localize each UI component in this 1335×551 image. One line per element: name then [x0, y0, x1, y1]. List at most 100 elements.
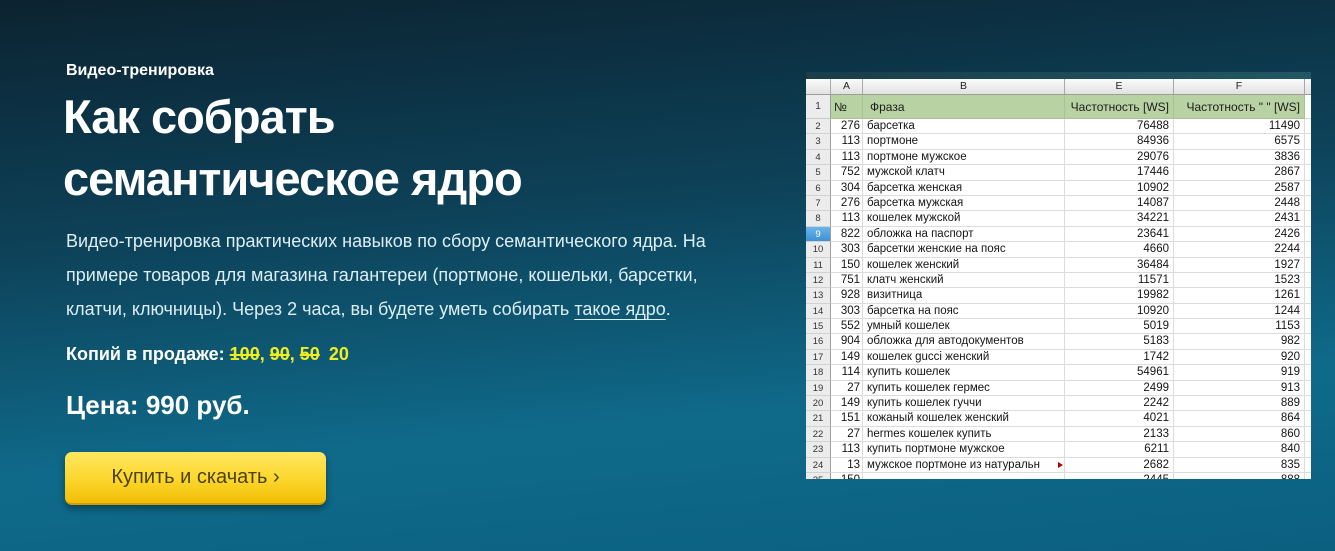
cell-frequency-ws: 5183	[1065, 334, 1174, 349]
buy-button[interactable]: Купить и скачать ›	[65, 452, 326, 505]
cell-frequency-ws: 76488	[1065, 119, 1174, 134]
row-number: 19	[806, 381, 831, 396]
cell-sliver	[1305, 211, 1311, 226]
cell-frequency-quoted-ws: 835	[1174, 458, 1305, 473]
cell-frequency-ws: 2499	[1065, 381, 1174, 396]
cell-sliver	[1305, 134, 1311, 149]
cell-frequency-ws: 14087	[1065, 196, 1174, 211]
cell-sliver	[1305, 411, 1311, 426]
cell-frequency-ws: 2682	[1065, 458, 1174, 473]
row-number: 16	[806, 334, 831, 349]
cell-frequency-ws: 10920	[1065, 304, 1174, 319]
cell-sliver	[1305, 396, 1311, 411]
row-number: 1	[806, 95, 831, 119]
column-header-e: E	[1065, 79, 1174, 94]
cell-phrase: барсетка мужская	[863, 196, 1065, 211]
sheet-row: 2276барсетка7648811490	[806, 119, 1311, 134]
cell-frequency-quoted-ws: 2431	[1174, 211, 1305, 226]
row-number: 24	[806, 458, 831, 473]
cell-num: 552	[831, 319, 863, 334]
cell-frequency-ws: 5019	[1065, 319, 1174, 334]
cell-phrase: обложка для автодокументов	[863, 334, 1065, 349]
cell-phrase: барсетки женские на пояс	[863, 242, 1065, 257]
sheet-rows: 2276барсетка76488114903113портмоне849366…	[806, 119, 1311, 479]
cell-phrase	[863, 473, 1065, 479]
cell-frequency-ws: 36484	[1065, 258, 1174, 273]
row-number: 13	[806, 288, 831, 303]
cell-frequency-ws: 84936	[1065, 134, 1174, 149]
copies-old-count: 50	[300, 344, 320, 364]
column-header-row: A B E F	[806, 79, 1311, 95]
cell-num: 113	[831, 134, 863, 149]
row-number: 21	[806, 411, 831, 426]
row-number: 11	[806, 258, 831, 273]
cell-frequency-ws: 6211	[1065, 442, 1174, 457]
cell-sliver	[1305, 427, 1311, 442]
cell-frequency-ws: 2133	[1065, 427, 1174, 442]
sheet-row: 16904обложка для автодокументов5183982	[806, 334, 1311, 349]
cell-frequency-ws: 4660	[1065, 242, 1174, 257]
page-title: Как собрать семантическое ядро	[63, 86, 522, 210]
sheet-row: 2227hermes кошелек купить2133860	[806, 427, 1311, 442]
sheet-row: 8113кошелек мужской342212431	[806, 211, 1311, 226]
overflow-marker-icon	[1058, 462, 1063, 468]
cell-frequency-quoted-ws: 11490	[1174, 119, 1305, 134]
cell-num: 928	[831, 288, 863, 303]
cell-phrase: купить кошелек	[863, 365, 1065, 380]
cell-frequency-quoted-ws: 2448	[1174, 196, 1305, 211]
cell-phrase: умный кошелек	[863, 319, 1065, 334]
cell-num: 904	[831, 334, 863, 349]
row-number: 25	[806, 473, 831, 479]
sheet-row: 7276барсетка мужская140872448	[806, 196, 1311, 211]
cell-frequency-ws: 2445	[1065, 473, 1174, 479]
cell-frequency-quoted-ws: 2867	[1174, 165, 1305, 180]
cell-num: 751	[831, 273, 863, 288]
sheet-row: 2413мужское портмоне из натуральн2682835	[806, 458, 1311, 473]
row-number: 4	[806, 150, 831, 165]
cell-frequency-quoted-ws: 913	[1174, 381, 1305, 396]
cell-num: 151	[831, 411, 863, 426]
cell-frequency-quoted-ws: 2426	[1174, 227, 1305, 242]
sheet-row: 9822обложка на паспорт236412426	[806, 227, 1311, 242]
sheet-row: 4113портмоне мужское290763836	[806, 150, 1311, 165]
cell-num: 113	[831, 211, 863, 226]
cell-num: 303	[831, 304, 863, 319]
cell-num: 149	[831, 396, 863, 411]
cell-frequency-quoted-ws: 1244	[1174, 304, 1305, 319]
cell-phrase: портмоне мужское	[863, 150, 1065, 165]
sheet-row: 12751клатч женский115711523	[806, 273, 1311, 288]
cell-sliver	[1305, 165, 1311, 180]
sheet-row: 17149кошелек gucci женский1742920	[806, 350, 1311, 365]
cell-sliver	[1305, 242, 1311, 257]
cell-frequency-quoted-ws: 888	[1174, 473, 1305, 479]
cell-phrase: кожаный кошелек женский	[863, 411, 1065, 426]
cell-sliver	[1305, 458, 1311, 473]
cell-phrase: купить кошелек гермес	[863, 381, 1065, 396]
sheet-row: 20149купить кошелек гуччи2242889	[806, 396, 1311, 411]
cell-sliver	[1305, 181, 1311, 196]
cell-sliver	[1305, 288, 1311, 303]
title-line-1: Как собрать	[63, 86, 522, 148]
cell-sliver	[1305, 334, 1311, 349]
sheet-row: 18114купить кошелек54961919	[806, 365, 1311, 380]
cell-phrase: купить портмоне мужское	[863, 442, 1065, 457]
cell-frequency-ws: 29076	[1065, 150, 1174, 165]
header-cell-sliver	[1305, 95, 1311, 119]
cell-frequency-quoted-ws: 6575	[1174, 134, 1305, 149]
row-number: 14	[806, 304, 831, 319]
sample-core-link[interactable]: такое ядро	[574, 299, 665, 319]
cell-frequency-quoted-ws: 2244	[1174, 242, 1305, 257]
column-header-f: F	[1174, 79, 1305, 94]
cell-frequency-quoted-ws: 864	[1174, 411, 1305, 426]
cell-num: 304	[831, 181, 863, 196]
column-header-corner	[806, 79, 831, 94]
cell-frequency-quoted-ws: 1153	[1174, 319, 1305, 334]
header-cell-frequency-ws: Частотность [WS]	[1065, 95, 1174, 119]
cell-num: 114	[831, 365, 863, 380]
cell-frequency-quoted-ws: 889	[1174, 396, 1305, 411]
cell-sliver	[1305, 442, 1311, 457]
cell-sliver	[1305, 273, 1311, 288]
cell-num: 113	[831, 150, 863, 165]
title-line-2: семантическое ядро	[63, 148, 522, 210]
description-period: .	[666, 299, 671, 319]
